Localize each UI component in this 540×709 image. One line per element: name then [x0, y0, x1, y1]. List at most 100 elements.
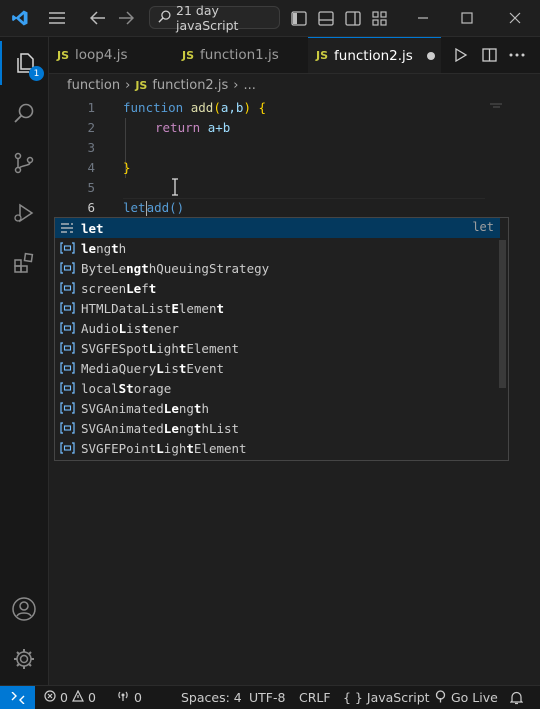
variable-icon: [59, 241, 75, 255]
tab-loop4[interactable]: JS loop4.js: [49, 37, 171, 73]
variable-icon: [59, 341, 75, 355]
params: a,b: [220, 100, 244, 115]
toggle-sidebar-icon[interactable]: [288, 0, 310, 36]
ports-count: 0: [134, 690, 142, 705]
code-text: add(): [146, 200, 185, 215]
suggestion-label: SVGAnimatedLength: [81, 401, 209, 416]
suggestions-scrollbar[interactable]: [499, 240, 506, 388]
suggestion-item[interactable]: SVGAnimatedLengthList: [55, 418, 500, 438]
label-text: ng: [96, 240, 112, 256]
chevron-right-icon: ›: [125, 77, 131, 93]
notifications-bell-icon[interactable]: [510, 686, 523, 709]
extensions-icon[interactable]: [0, 241, 48, 285]
forward-arrow-icon[interactable]: [114, 0, 138, 36]
suggestion-item[interactable]: let: [55, 218, 500, 238]
language-mode-status[interactable]: { } JavaScript: [343, 686, 430, 709]
match-highlight: t: [111, 240, 119, 256]
suggestion-item[interactable]: ByteLengthQueuingStrategy: [55, 258, 500, 278]
menu-icon[interactable]: [44, 0, 70, 36]
explorer-icon[interactable]: 1: [0, 41, 48, 85]
label-text: hQueuingStrategy: [148, 260, 270, 276]
label-text: hList: [201, 420, 240, 436]
command-center-search[interactable]: 21 day javaScript: [149, 3, 280, 33]
label-text: igh: [156, 340, 179, 356]
minimize-icon[interactable]: [408, 0, 438, 36]
indentation-status[interactable]: Spaces: 4: [181, 686, 242, 709]
broadcast-icon: [116, 690, 130, 705]
variable-icon: [59, 281, 75, 295]
go-live-button[interactable]: Go Live: [434, 686, 498, 709]
variable-icon: [59, 321, 75, 335]
toggle-panel-icon[interactable]: [315, 0, 337, 36]
minimap-slider[interactable]: [489, 98, 503, 108]
label-text: local: [81, 380, 119, 396]
maximize-icon[interactable]: [452, 0, 482, 36]
label-text: Element: [186, 340, 240, 356]
suggestion-label: SVGFEPointLightElement: [81, 441, 247, 456]
label-text: screen: [81, 280, 127, 296]
suggestion-item[interactable]: SVGFESpotLightElement: [55, 338, 500, 358]
match-highlight: L: [156, 440, 164, 456]
go-live-label: Go Live: [451, 690, 498, 705]
label-text: SVGFESpot: [81, 340, 149, 356]
accounts-icon[interactable]: [0, 587, 48, 631]
suggestion-label: let: [81, 221, 104, 236]
match-highlight: Le: [163, 420, 179, 436]
run-and-debug-icon[interactable]: [0, 191, 48, 235]
search-view-icon[interactable]: [0, 91, 48, 135]
label-text: ng: [178, 400, 194, 416]
label-text: SVGFEPoint: [81, 440, 157, 456]
error-count: 0: [60, 690, 68, 705]
breadcrumb-symbols[interactable]: ...: [243, 78, 255, 93]
suggestion-item[interactable]: length: [55, 238, 500, 258]
more-actions-icon[interactable]: [505, 37, 529, 73]
label-text: SVGAnimated: [81, 400, 164, 416]
suggestion-item[interactable]: localStorage: [55, 378, 500, 398]
javascript-file-icon: JS: [182, 48, 195, 62]
tab-function1[interactable]: JS function1.js: [174, 37, 309, 73]
match-highlight: t: [186, 440, 194, 456]
suggestion-detail: let: [472, 220, 494, 234]
brace: {: [258, 100, 267, 115]
problems-status[interactable]: 0 0: [44, 686, 96, 709]
suggestion-item[interactable]: screenLeft: [55, 278, 500, 298]
line-number: 6: [87, 200, 95, 215]
suggestion-item[interactable]: SVGFEPointLightElement: [55, 438, 500, 458]
error-icon: [44, 690, 56, 705]
ports-status[interactable]: 0: [116, 686, 142, 709]
javascript-file-icon: JS: [57, 48, 70, 62]
breadcrumb-file[interactable]: function2.js: [152, 78, 228, 93]
settings-gear-icon[interactable]: [0, 637, 48, 681]
unsaved-dot-icon[interactable]: [426, 51, 435, 60]
autocomplete-suggestions: let length ByteLengthQueuingStrategy screen…: [54, 217, 509, 461]
label-text: Element: [193, 440, 247, 456]
label-text: igh: [163, 440, 187, 456]
suggestion-item[interactable]: MediaQueryListEvent: [55, 358, 500, 378]
toggle-secondary-sidebar-icon[interactable]: [342, 0, 364, 36]
back-arrow-icon[interactable]: [86, 0, 110, 36]
suggestion-label: localStorage: [81, 381, 171, 396]
label-text: Event: [186, 360, 225, 376]
close-window-icon[interactable]: [500, 0, 530, 36]
label-text: ByteLe: [81, 260, 127, 276]
language-label: JavaScript: [366, 690, 430, 705]
code-line-2: return a+b: [155, 120, 230, 135]
suggestion-label: MediaQueryListEvent: [81, 361, 224, 376]
eol-status[interactable]: CRLF: [299, 686, 331, 709]
tab-function2[interactable]: JS function2.js: [308, 37, 441, 73]
run-file-icon[interactable]: [449, 37, 473, 73]
split-editor-icon[interactable]: [477, 37, 501, 73]
encoding-status[interactable]: UTF-8: [249, 686, 285, 709]
warning-icon: [71, 689, 84, 705]
breadcrumb-folder[interactable]: function: [67, 78, 120, 93]
source-control-icon[interactable]: [0, 141, 48, 185]
function-name: add: [190, 100, 214, 115]
suggestion-label: AudioListener: [81, 321, 179, 336]
suggestion-item[interactable]: AudioListener: [55, 318, 500, 338]
code-line-1: function add(a,b) {: [123, 100, 266, 115]
suggestion-item[interactable]: SVGAnimatedLength: [55, 398, 500, 418]
remote-indicator-icon[interactable]: [0, 686, 35, 709]
chevron-right-icon: ›: [233, 77, 239, 93]
customize-layout-icon[interactable]: [369, 0, 391, 36]
suggestion-item[interactable]: HTMLDataListElement: [55, 298, 500, 318]
